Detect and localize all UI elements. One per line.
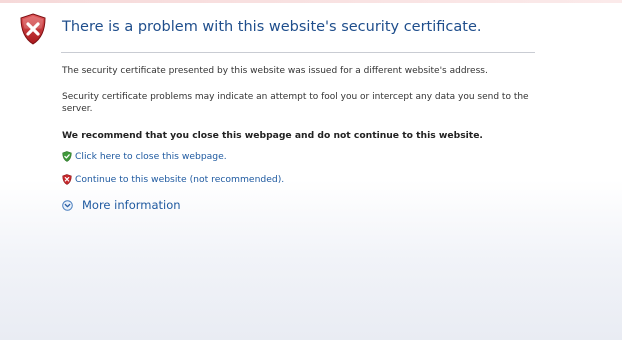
top-accent-strip (0, 0, 622, 3)
red-shield-icon (62, 174, 72, 185)
recommendation-text: We recommend that you close this webpage… (62, 130, 483, 141)
certificate-risk-message: Security certificate problems may indica… (62, 92, 529, 114)
close-webpage-link[interactable]: Click here to close this webpage. (62, 151, 227, 162)
certificate-address-message: The security certificate presented by th… (62, 66, 488, 76)
error-shield-icon (20, 13, 46, 45)
page-title: There is a problem with this website's s… (62, 19, 482, 35)
green-shield-icon (62, 151, 72, 162)
continue-website-label[interactable]: Continue to this website (not recommende… (75, 174, 284, 185)
continue-website-link[interactable]: Continue to this website (not recommende… (62, 174, 284, 185)
divider (61, 52, 535, 53)
close-webpage-label[interactable]: Click here to close this webpage. (75, 151, 227, 162)
more-information-toggle[interactable]: More information (62, 198, 181, 212)
certificate-error-page: There is a problem with this website's s… (0, 0, 622, 340)
expand-circle-icon[interactable] (62, 199, 73, 211)
more-information-label[interactable]: More information (82, 198, 181, 212)
